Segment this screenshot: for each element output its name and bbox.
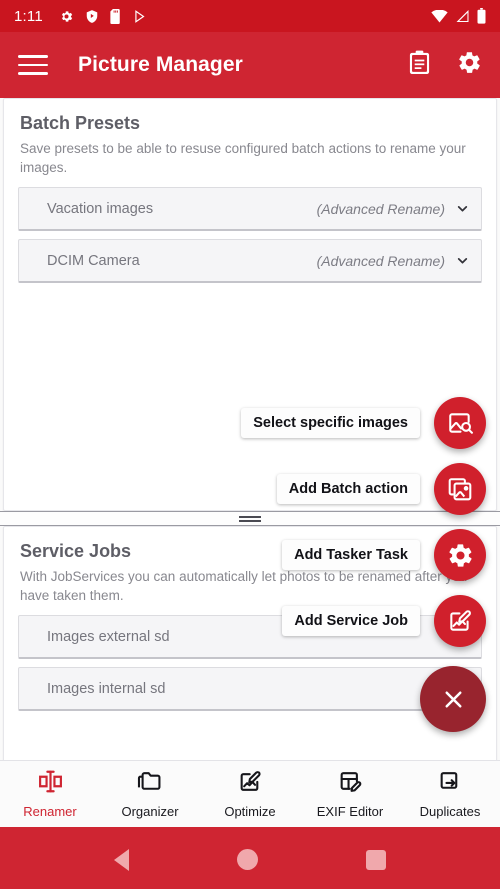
recents-button[interactable] xyxy=(366,849,386,870)
bottom-nav-item-organizer[interactable]: Organizer xyxy=(100,761,200,827)
app-bar-actions xyxy=(408,50,482,80)
close-icon[interactable] xyxy=(420,666,486,732)
batch-presets-description: Save presets to be able to resuse config… xyxy=(20,141,466,176)
wifi-icon xyxy=(431,9,448,23)
bottom-nav-item-renamer[interactable]: Renamer xyxy=(0,761,100,827)
service-job-row[interactable]: Images internal sd xyxy=(18,667,482,712)
status-bar-clock: 1:11 xyxy=(14,7,43,25)
home-button[interactable] xyxy=(237,849,258,870)
copy-icon xyxy=(437,769,463,799)
clipboard-icon[interactable] xyxy=(408,50,431,80)
shield-play-icon xyxy=(85,9,99,24)
bottom-nav-item-exif-editor[interactable]: EXIF Editor xyxy=(300,761,400,827)
service-job-name: Images internal sd xyxy=(47,680,166,697)
batch-preset-meta: (Advanced Rename) xyxy=(317,253,469,269)
service-job-name: Images external sd xyxy=(47,628,170,645)
folder-icon xyxy=(137,769,164,799)
chevron-down-icon[interactable] xyxy=(456,254,469,267)
batch-presets-list: Vacation images (Advanced Rename) DCIM C… xyxy=(4,177,496,284)
speed-dial-add-tasker-task[interactable]: Add Tasker Task xyxy=(282,529,486,581)
hamburger-menu-icon[interactable] xyxy=(18,55,48,75)
image-edit-icon[interactable] xyxy=(434,595,486,647)
status-bar: 1:11 xyxy=(0,0,500,32)
chevron-down-icon[interactable] xyxy=(456,202,469,215)
bottom-nav-label: EXIF Editor xyxy=(316,804,384,819)
page-title: Picture Manager xyxy=(78,53,243,76)
speed-dial-label: Select specific images xyxy=(241,408,420,438)
batch-preset-meta: (Advanced Rename) xyxy=(317,201,469,217)
bottom-nav-label: Duplicates xyxy=(419,804,481,819)
speed-dial-close-button[interactable] xyxy=(420,666,486,732)
bottom-nav-label: Renamer xyxy=(23,804,77,819)
content-area: Batch Presets Save presets to be able to… xyxy=(0,98,500,762)
settings-icon xyxy=(59,9,74,24)
table-edit-icon xyxy=(337,769,363,799)
batch-preset-row[interactable]: DCIM Camera (Advanced Rename) xyxy=(18,239,482,284)
bottom-nav-label: Optimize xyxy=(224,804,276,819)
bottom-nav-item-duplicates[interactable]: Duplicates xyxy=(400,761,500,827)
image-edit-icon xyxy=(237,769,263,799)
batch-preset-type: (Advanced Rename) xyxy=(316,252,445,269)
speed-dial-label: Add Batch action xyxy=(276,474,420,504)
back-button[interactable] xyxy=(114,848,129,871)
play-store-icon xyxy=(133,9,147,24)
signal-icon xyxy=(455,9,470,23)
image-search-icon[interactable] xyxy=(434,397,486,449)
speed-dial-add-batch-action[interactable]: Add Batch action xyxy=(276,463,486,515)
system-navigation-bar xyxy=(0,830,500,889)
bottom-nav-label: Organizer xyxy=(121,804,179,819)
speed-dial-select-specific-images[interactable]: Select specific images xyxy=(241,397,486,449)
status-bar-notification-icons xyxy=(59,8,147,24)
rename-icon xyxy=(37,769,64,799)
app-bar: Picture Manager xyxy=(0,32,500,98)
gear-icon[interactable] xyxy=(457,50,482,80)
batch-preset-row[interactable]: Vacation images (Advanced Rename) xyxy=(18,187,482,232)
batch-presets-card: Batch Presets Save presets to be able to… xyxy=(3,98,497,511)
app-root: 1:11 Picture Manager Batch Presets Save … xyxy=(0,0,500,889)
battery-icon xyxy=(477,8,486,24)
gear-icon[interactable] xyxy=(434,529,486,581)
speed-dial-add-service-job[interactable]: Add Service Job xyxy=(282,595,486,647)
drag-grip-icon xyxy=(239,514,261,524)
batch-presets-title: Batch Presets xyxy=(20,113,141,133)
batch-preset-name: Vacation images xyxy=(47,200,154,217)
status-bar-system-icons xyxy=(431,8,486,24)
sd-card-icon xyxy=(110,8,122,24)
speed-dial-label: Add Service Job xyxy=(282,606,420,636)
speed-dial-label: Add Tasker Task xyxy=(282,540,420,570)
bottom-nav-item-optimize[interactable]: Optimize xyxy=(200,761,300,827)
batch-preset-name: DCIM Camera xyxy=(47,252,140,269)
bottom-navigation: Renamer Organizer Optimize EXIF Editor D… xyxy=(0,760,500,830)
batch-preset-type: (Advanced Rename) xyxy=(316,200,445,217)
multi-image-icon[interactable] xyxy=(434,463,486,515)
